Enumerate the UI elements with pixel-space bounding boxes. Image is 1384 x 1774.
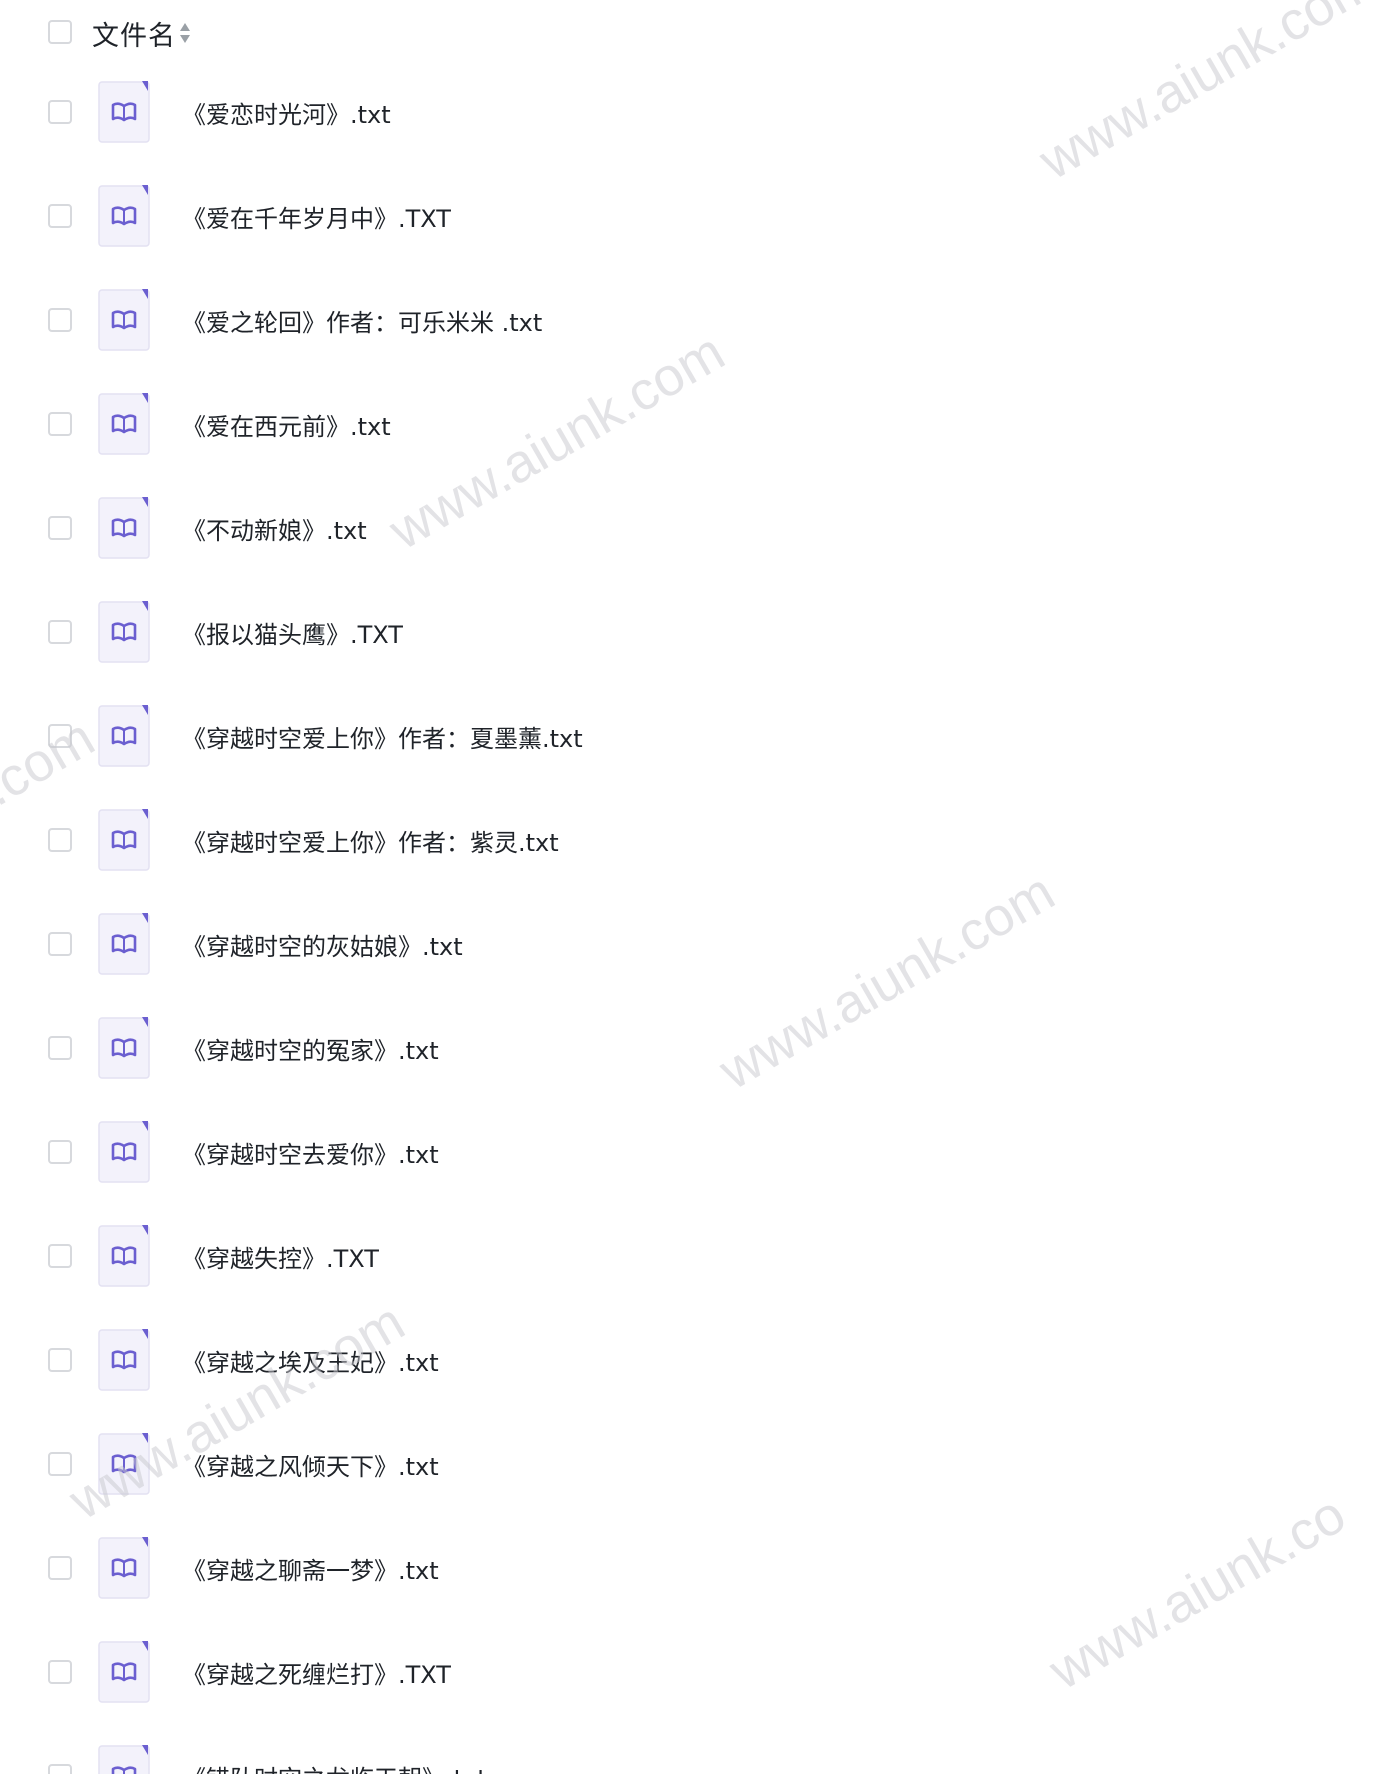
book-icon — [98, 1121, 150, 1183]
file-name[interactable]: 《错队时空之龙临天朝》.txt — [182, 1759, 487, 1774]
list-item[interactable]: 《爱恋时光河》.txt — [0, 60, 1384, 164]
list-item[interactable]: 《穿越时空的灰姑娘》.txt — [0, 892, 1384, 996]
list-item[interactable]: 《穿越时空爱上你》作者：夏墨薰.txt — [0, 684, 1384, 788]
file-name[interactable]: 《穿越时空去爱你》.txt — [182, 1135, 439, 1170]
list-item[interactable]: 《穿越之风倾天下》.txt — [0, 1412, 1384, 1516]
book-icon — [98, 1745, 150, 1774]
file-name[interactable]: 《爱之轮回》作者：可乐米米 .txt — [182, 303, 542, 338]
file-name[interactable]: 《穿越之聊斋一梦》.txt — [182, 1551, 439, 1586]
file-list-page: 文件名 《爱恋时光河》.txt 《爱在千年岁月中》.TXT 《爱之轮回》作者：可乐米… — [0, 0, 1384, 1774]
row-checkbox[interactable] — [48, 1452, 72, 1476]
book-icon — [98, 1433, 150, 1495]
list-item[interactable]: 《爱在千年岁月中》.TXT — [0, 164, 1384, 268]
row-checkbox[interactable] — [48, 412, 72, 436]
book-icon — [98, 497, 150, 559]
row-checkbox[interactable] — [48, 828, 72, 852]
file-name[interactable]: 《穿越之死缠烂打》.TXT — [182, 1655, 451, 1690]
row-checkbox[interactable] — [48, 1660, 72, 1684]
file-name[interactable]: 《穿越之风倾天下》.txt — [182, 1447, 439, 1482]
row-checkbox[interactable] — [48, 204, 72, 228]
book-icon — [98, 1017, 150, 1079]
row-checkbox[interactable] — [48, 1244, 72, 1268]
book-icon — [98, 81, 150, 143]
book-icon — [98, 1329, 150, 1391]
list-item[interactable]: 《穿越之埃及王妃》.txt — [0, 1308, 1384, 1412]
list-item[interactable]: 《穿越时空的冤家》.txt — [0, 996, 1384, 1100]
row-checkbox[interactable] — [48, 1764, 72, 1774]
list-item[interactable]: 《错队时空之龙临天朝》.txt — [0, 1724, 1384, 1774]
file-name[interactable]: 《爱在千年岁月中》.TXT — [182, 199, 451, 234]
row-checkbox[interactable] — [48, 1140, 72, 1164]
list-item[interactable]: 《爱在西元前》.txt — [0, 372, 1384, 476]
file-name[interactable]: 《报以猫头鹰》.TXT — [182, 615, 403, 650]
file-list: 《爱恋时光河》.txt 《爱在千年岁月中》.TXT 《爱之轮回》作者：可乐米米 .t… — [0, 0, 1384, 1774]
row-checkbox[interactable] — [48, 620, 72, 644]
row-checkbox[interactable] — [48, 308, 72, 332]
file-name[interactable]: 《穿越时空爱上你》作者：紫灵.txt — [182, 823, 559, 858]
book-icon — [98, 705, 150, 767]
book-icon — [98, 913, 150, 975]
book-icon — [98, 1641, 150, 1703]
row-checkbox[interactable] — [48, 100, 72, 124]
file-name[interactable]: 《穿越时空爱上你》作者：夏墨薰.txt — [182, 719, 583, 754]
file-name[interactable]: 《不动新娘》.txt — [182, 511, 367, 546]
file-name[interactable]: 《穿越之埃及王妃》.txt — [182, 1343, 439, 1378]
book-icon — [98, 393, 150, 455]
file-name[interactable]: 《爱恋时光河》.txt — [182, 95, 391, 130]
file-name[interactable]: 《穿越时空的冤家》.txt — [182, 1031, 439, 1066]
row-checkbox[interactable] — [48, 724, 72, 748]
row-checkbox[interactable] — [48, 516, 72, 540]
file-name[interactable]: 《穿越时空的灰姑娘》.txt — [182, 927, 463, 962]
row-checkbox[interactable] — [48, 1348, 72, 1372]
list-item[interactable]: 《爱之轮回》作者：可乐米米 .txt — [0, 268, 1384, 372]
list-item[interactable]: 《穿越时空爱上你》作者：紫灵.txt — [0, 788, 1384, 892]
list-item[interactable]: 《穿越之聊斋一梦》.txt — [0, 1516, 1384, 1620]
book-icon — [98, 1537, 150, 1599]
row-checkbox[interactable] — [48, 932, 72, 956]
list-item[interactable]: 《穿越之死缠烂打》.TXT — [0, 1620, 1384, 1724]
list-item[interactable]: 《穿越时空去爱你》.txt — [0, 1100, 1384, 1204]
list-item[interactable]: 《不动新娘》.txt — [0, 476, 1384, 580]
book-icon — [98, 601, 150, 663]
book-icon — [98, 289, 150, 351]
row-checkbox[interactable] — [48, 1556, 72, 1580]
list-item[interactable]: 《报以猫头鹰》.TXT — [0, 580, 1384, 684]
book-icon — [98, 185, 150, 247]
file-name[interactable]: 《爱在西元前》.txt — [182, 407, 391, 442]
file-name[interactable]: 《穿越失控》.TXT — [182, 1239, 379, 1274]
book-icon — [98, 1225, 150, 1287]
book-icon — [98, 809, 150, 871]
row-checkbox[interactable] — [48, 1036, 72, 1060]
list-item[interactable]: 《穿越失控》.TXT — [0, 1204, 1384, 1308]
